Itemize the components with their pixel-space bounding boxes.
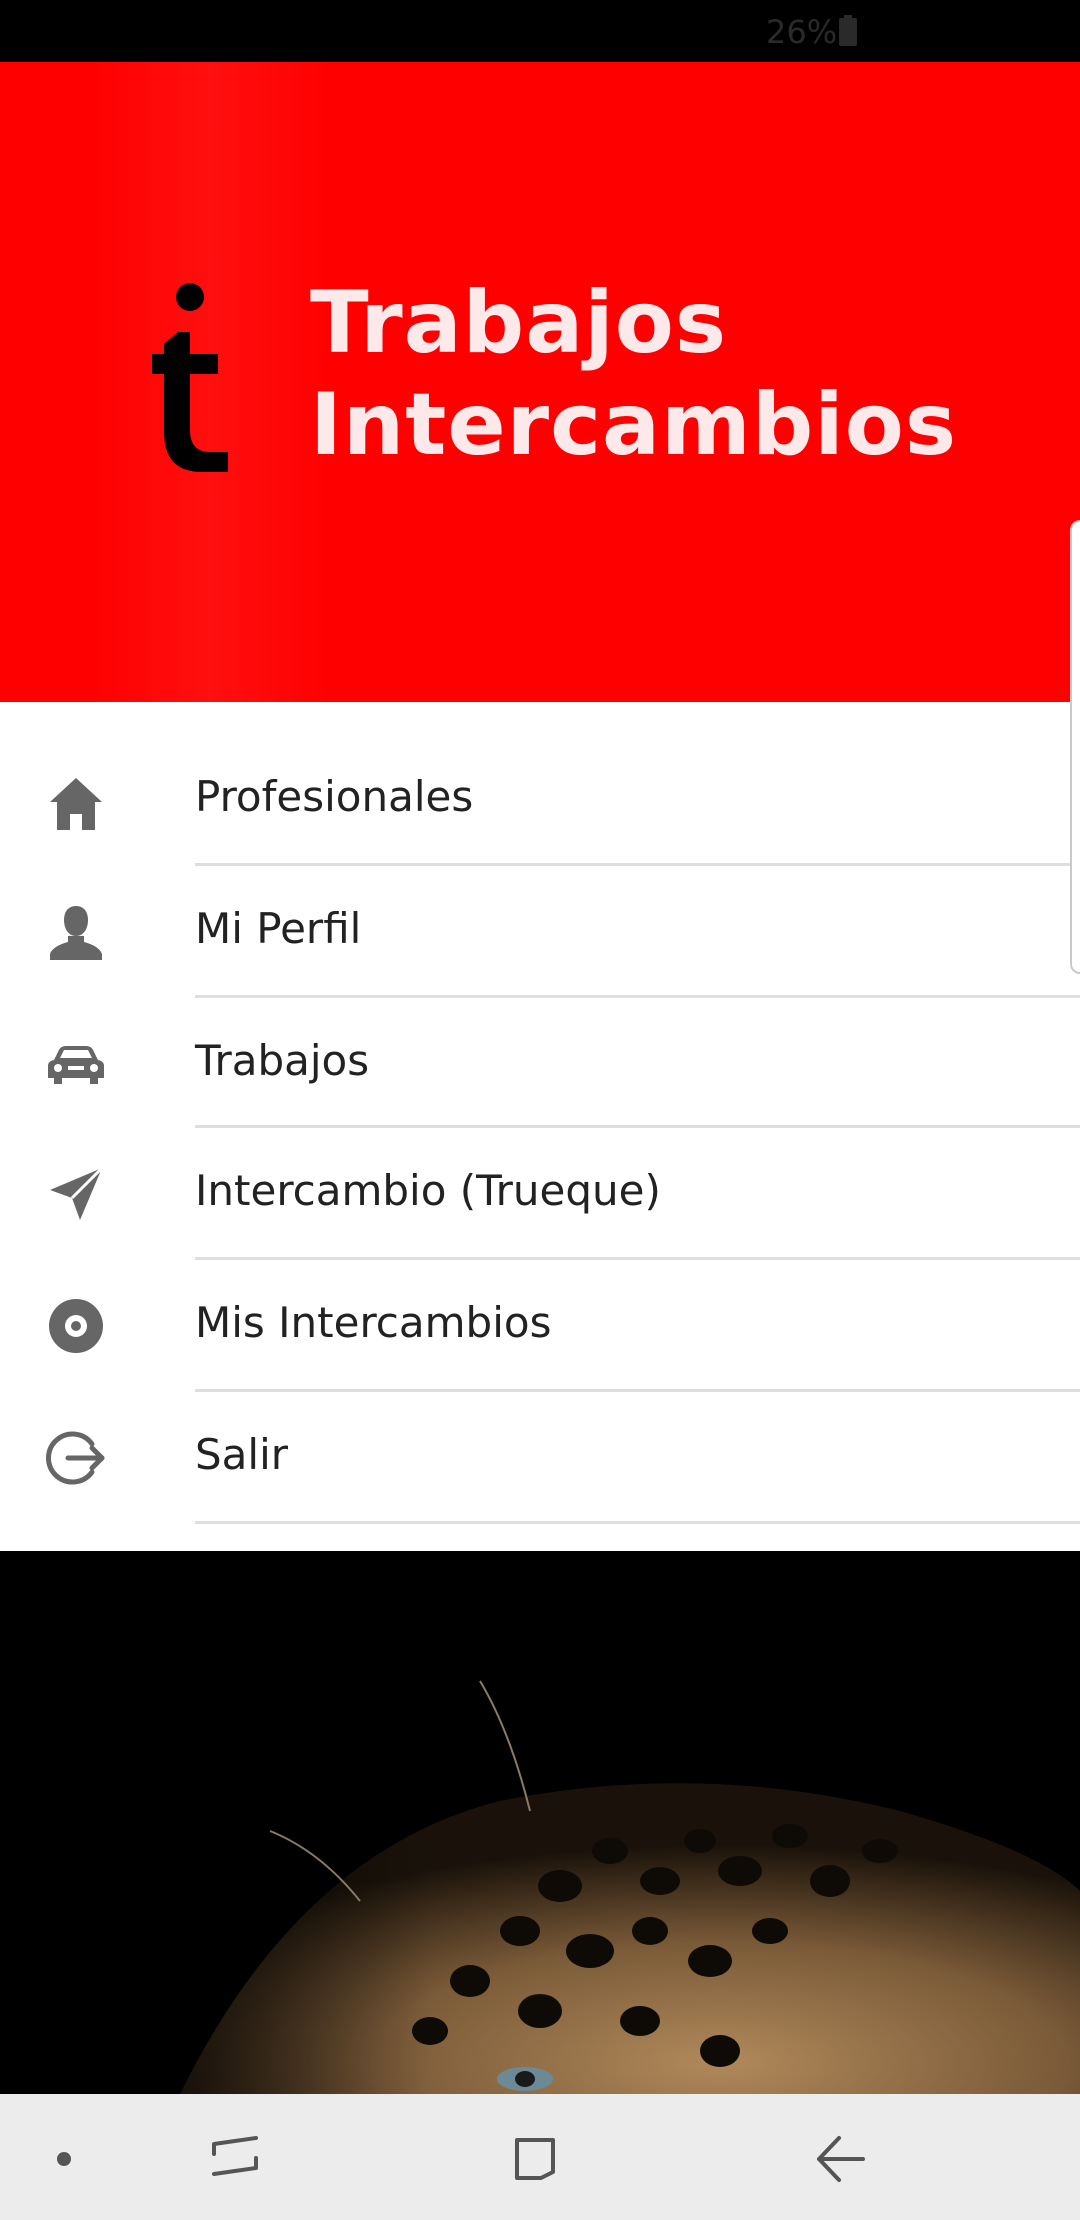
app-title-line1: Trabajos <box>310 273 728 373</box>
home-icon <box>50 778 102 830</box>
app-screen: 26% Trabajos Intercambios Profesionales <box>0 0 1080 2220</box>
navigation-bar <box>0 2094 1080 2220</box>
status-bar: 26% <box>0 0 1080 62</box>
battery-percent: 26% <box>766 13 838 51</box>
menu-item-label: Mi Perfil <box>195 904 362 953</box>
menu-item-label: Mis Intercambios <box>195 1298 552 1347</box>
jaguar-photo <box>0 1551 1080 2094</box>
battery-icon <box>839 15 857 46</box>
send-icon <box>50 1166 104 1220</box>
disc-icon <box>49 1299 103 1353</box>
home-square-icon[interactable] <box>500 2124 570 2194</box>
menu-item-mi-perfil[interactable]: Mi Perfil <box>0 866 1080 998</box>
menu-item-mis-intercambios[interactable]: Mis Intercambios <box>0 1260 1080 1392</box>
menu-item-label: Salir <box>195 1430 289 1479</box>
drawer-menu: Profesionales Mi Perfil Trabajos Interca… <box>0 702 1080 1551</box>
app-title-line2: Intercambios <box>310 375 958 475</box>
recents-icon[interactable] <box>200 2124 270 2194</box>
menu-item-profesionales[interactable]: Profesionales <box>0 702 1080 866</box>
car-icon <box>48 1046 104 1084</box>
menu-item-trabajos[interactable]: Trabajos <box>0 998 1080 1128</box>
menu-divider <box>195 1521 1080 1524</box>
menu-item-label: Profesionales <box>195 772 474 821</box>
person-icon <box>50 906 102 960</box>
drawer-header: Trabajos Intercambios <box>0 62 1080 702</box>
menu-item-label: Trabajos <box>195 1036 370 1085</box>
t-logo-icon <box>152 283 228 472</box>
jaguar-image <box>0 1551 1080 2094</box>
logout-icon <box>46 1431 105 1485</box>
dot-button[interactable] <box>29 2124 99 2194</box>
menu-item-intercambio-trueque[interactable]: Intercambio (Trueque) <box>0 1128 1080 1260</box>
menu-item-label: Intercambio (Trueque) <box>195 1166 661 1215</box>
back-arrow-icon[interactable] <box>805 2124 875 2194</box>
app-title: Trabajos Intercambios <box>310 272 957 476</box>
menu-item-salir[interactable]: Salir <box>0 1392 1080 1524</box>
edge-panel-handle[interactable] <box>1070 520 1080 974</box>
